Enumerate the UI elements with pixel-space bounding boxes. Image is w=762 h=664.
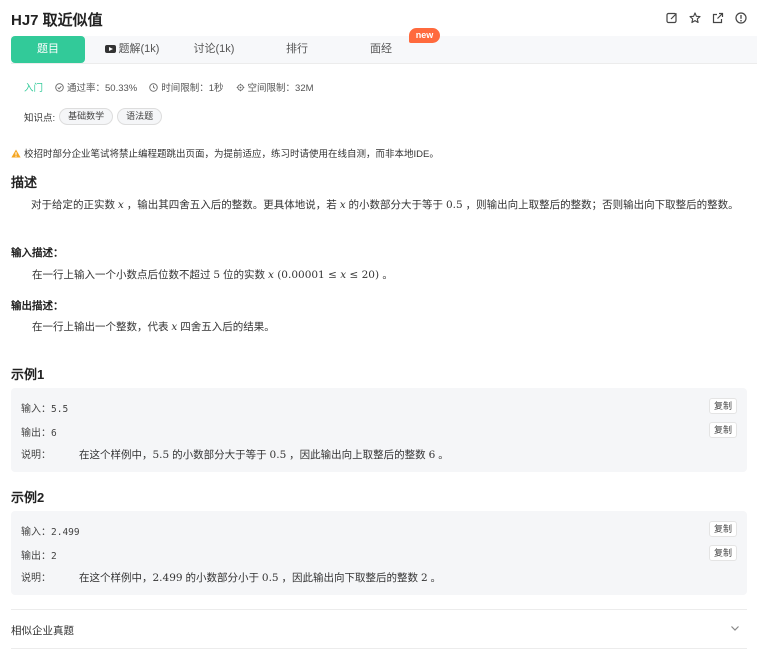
difficulty-level: 入门 bbox=[24, 83, 44, 94]
example2-heading: 示例2 bbox=[11, 490, 45, 505]
warning-icon bbox=[11, 149, 21, 158]
problem-header: HJ7 取近似值 bbox=[0, 0, 762, 36]
tab-interview[interactable]: 面经 bbox=[361, 36, 401, 63]
example1-explain: 说明： 在这个样例中，5.5 的小数部分大于等于 0.5 ，因此输出向上取整后的整… bbox=[21, 449, 449, 461]
tag-syntax[interactable]: 语法题 bbox=[117, 108, 163, 125]
clock-icon bbox=[149, 82, 158, 92]
tab-problem[interactable]: 题目 bbox=[11, 36, 85, 63]
example1-output: 输出：6 bbox=[21, 428, 57, 439]
similar-questions-section[interactable]: 相似企业真题 bbox=[11, 609, 747, 649]
tab-bar: 题目 题解(1k) 讨论(1k) 排行 面经 bbox=[11, 36, 757, 64]
example2-box: 输入：2.499 复制 输出：2 复制 说明： 在这个样例中，2.499 的小数部… bbox=[11, 511, 747, 595]
exam-notice: 校招时部分企业笔试将禁止编程题跳出页面，为提前适应，练习时请使用在线自测，而非本… bbox=[11, 146, 439, 160]
input-desc-heading: 输入描述： bbox=[11, 247, 64, 259]
example1-heading: 示例1 bbox=[11, 367, 45, 382]
memory-icon bbox=[236, 83, 244, 91]
tag-basic-math[interactable]: 基础数学 bbox=[59, 108, 114, 125]
example2-explain: 说明： 在这个样例中，2.499 的小数部分小于 0.5 ，因此输出向下取整后的整… bbox=[21, 572, 442, 584]
page-title: HJ7 取近似值 bbox=[11, 12, 103, 29]
example1-box: 输入：5.5 复制 输出：6 复制 说明： 在这个样例中，5.5 的小数部分大于等… bbox=[11, 388, 747, 472]
star-icon[interactable] bbox=[688, 11, 702, 25]
space-limit: 空间限制：32M bbox=[236, 80, 314, 94]
copy-output-button[interactable]: 复制 bbox=[709, 545, 737, 561]
copy-output-button[interactable]: 复制 bbox=[709, 422, 737, 438]
example2-output: 输出：2 bbox=[21, 551, 57, 562]
pass-rate: 通过率：50.33% bbox=[55, 80, 137, 94]
new-badge: new bbox=[409, 28, 440, 43]
description-text: 对于给定的正实数 x ，输出其四舍五入后的整数。更具体地说，若 x 的小数部分大… bbox=[31, 199, 739, 211]
check-circle-icon bbox=[55, 82, 64, 92]
output-desc-text: 在一行上输出一个整数，代表 x 四舍五入后的结果。 bbox=[32, 321, 275, 333]
header-actions bbox=[665, 11, 748, 25]
notice-text: 校招时部分企业笔试将禁止编程题跳出页面，为提前适应，练习时请使用在线自测，而非本… bbox=[24, 149, 439, 160]
description-heading: 描述 bbox=[11, 175, 38, 190]
example1-input: 输入：5.5 bbox=[21, 404, 69, 415]
tab-discussion[interactable]: 讨论(1k) bbox=[179, 36, 249, 63]
video-icon bbox=[104, 45, 116, 53]
tab-solutions[interactable]: 题解(1k) bbox=[97, 36, 167, 63]
copy-input-button[interactable]: 复制 bbox=[709, 398, 737, 414]
copy-input-button[interactable]: 复制 bbox=[709, 521, 737, 537]
input-desc-text: 在一行上输入一个小数点后位数不超过 5 位的实数 x (0.00001 ≤ x … bbox=[32, 269, 393, 281]
pass-rate-text: 通过率：50.33% bbox=[67, 83, 138, 94]
knowledge-points: 知识点: 基础数学 语法题 bbox=[24, 108, 163, 125]
output-desc-heading: 输出描述： bbox=[11, 300, 64, 312]
tab-solutions-label: 题解(1k) bbox=[118, 43, 160, 55]
info-icon[interactable] bbox=[734, 11, 748, 25]
example2-input: 输入：2.499 bbox=[21, 527, 80, 538]
space-limit-text: 空间限制：32M bbox=[247, 83, 314, 94]
chevron-down-icon[interactable] bbox=[729, 622, 741, 634]
problem-meta: 入门 通过率：50.33% 时间限制：1秒 空间限制：32M bbox=[24, 80, 314, 94]
knowledge-label: 知识点: bbox=[24, 112, 56, 124]
tab-ranking[interactable]: 排行 bbox=[277, 36, 317, 63]
share-icon[interactable] bbox=[711, 11, 725, 25]
time-limit: 时间限制：1秒 bbox=[149, 80, 224, 94]
similar-questions-label: 相似企业真题 bbox=[11, 625, 74, 637]
edit-icon[interactable] bbox=[665, 11, 679, 25]
time-limit-text: 时间限制：1秒 bbox=[161, 83, 224, 94]
